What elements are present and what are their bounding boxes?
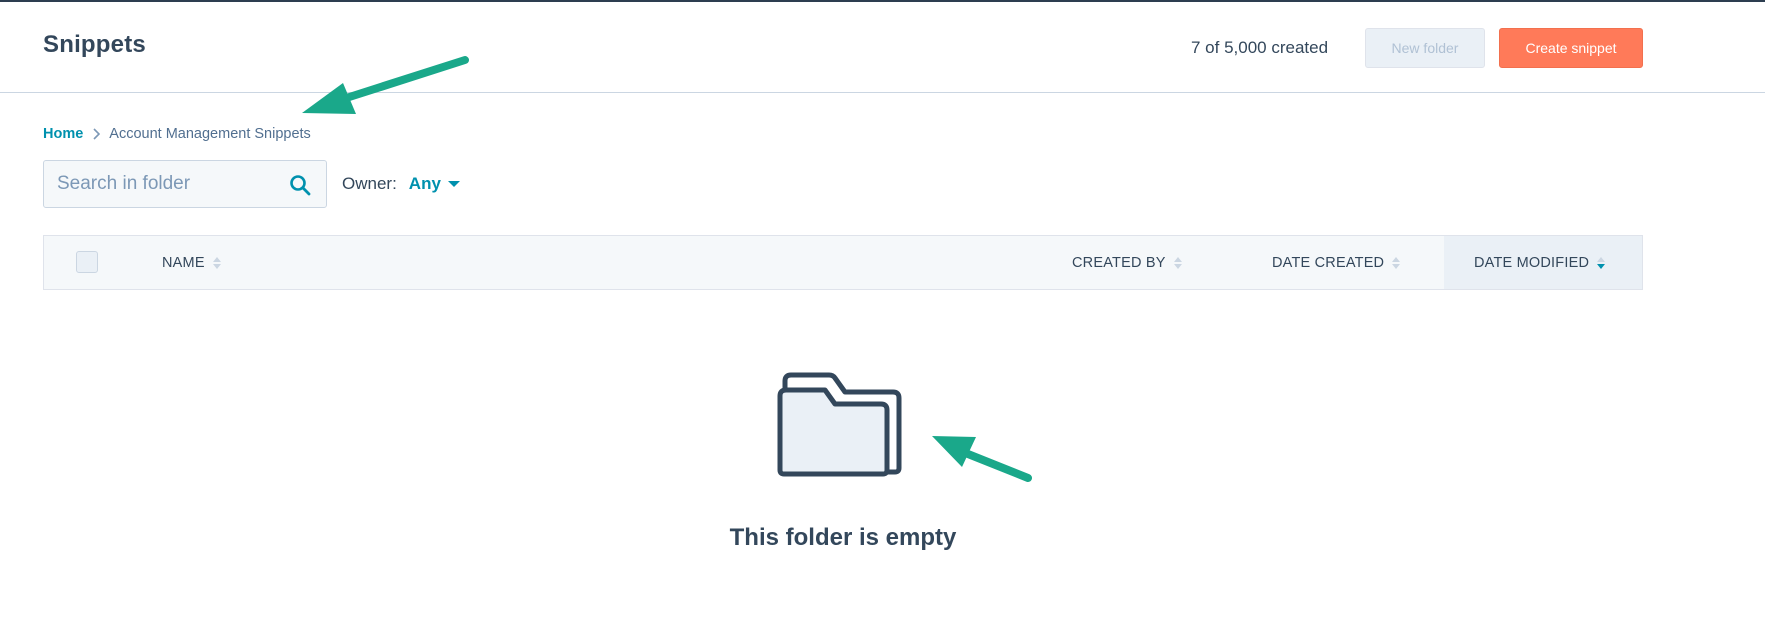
snippets-page: Snippets 7 of 5,000 created New folder C… <box>0 0 1765 629</box>
column-label: NAME <box>162 254 205 271</box>
breadcrumb-current: Account Management Snippets <box>109 126 311 142</box>
search-input[interactable] <box>44 161 274 207</box>
column-label: CREATED BY <box>1072 254 1166 271</box>
folder-icon <box>777 372 902 477</box>
column-header-date-modified[interactable]: DATE MODIFIED <box>1444 236 1642 289</box>
new-folder-button[interactable]: New folder <box>1365 28 1485 68</box>
column-label: DATE CREATED <box>1272 254 1385 271</box>
breadcrumb: Home Account Management Snippets <box>43 126 311 142</box>
owner-dropdown[interactable]: Any <box>409 174 441 194</box>
select-all-checkbox[interactable] <box>76 251 98 273</box>
column-header-name[interactable]: NAME <box>162 236 222 289</box>
page-title: Snippets <box>43 31 146 58</box>
sort-icon <box>1392 256 1401 269</box>
column-label: DATE MODIFIED <box>1474 254 1590 271</box>
caret-down-icon[interactable] <box>447 181 460 187</box>
search-icon[interactable] <box>289 174 311 196</box>
empty-state-message: This folder is empty <box>729 524 957 551</box>
sort-descending-icon <box>1597 256 1606 269</box>
owner-label: Owner: <box>342 174 397 193</box>
chevron-right-icon <box>92 128 101 140</box>
table-header: NAME CREATED BY DATE CREATED DATE MODIFI… <box>43 235 1643 290</box>
create-snippet-button[interactable]: Create snippet <box>1499 28 1643 68</box>
column-header-created-by[interactable]: CREATED BY <box>1072 236 1183 289</box>
sort-icon <box>1173 256 1182 269</box>
owner-filter: Owner: Any <box>342 174 460 194</box>
sort-icon <box>212 256 221 269</box>
column-header-date-created[interactable]: DATE CREATED <box>1272 236 1401 289</box>
breadcrumb-home-link[interactable]: Home <box>43 126 83 142</box>
created-count: 7 of 5,000 created <box>1191 38 1329 57</box>
search-box <box>43 160 327 208</box>
page-header: Snippets 7 of 5,000 created New folder C… <box>0 2 1765 93</box>
